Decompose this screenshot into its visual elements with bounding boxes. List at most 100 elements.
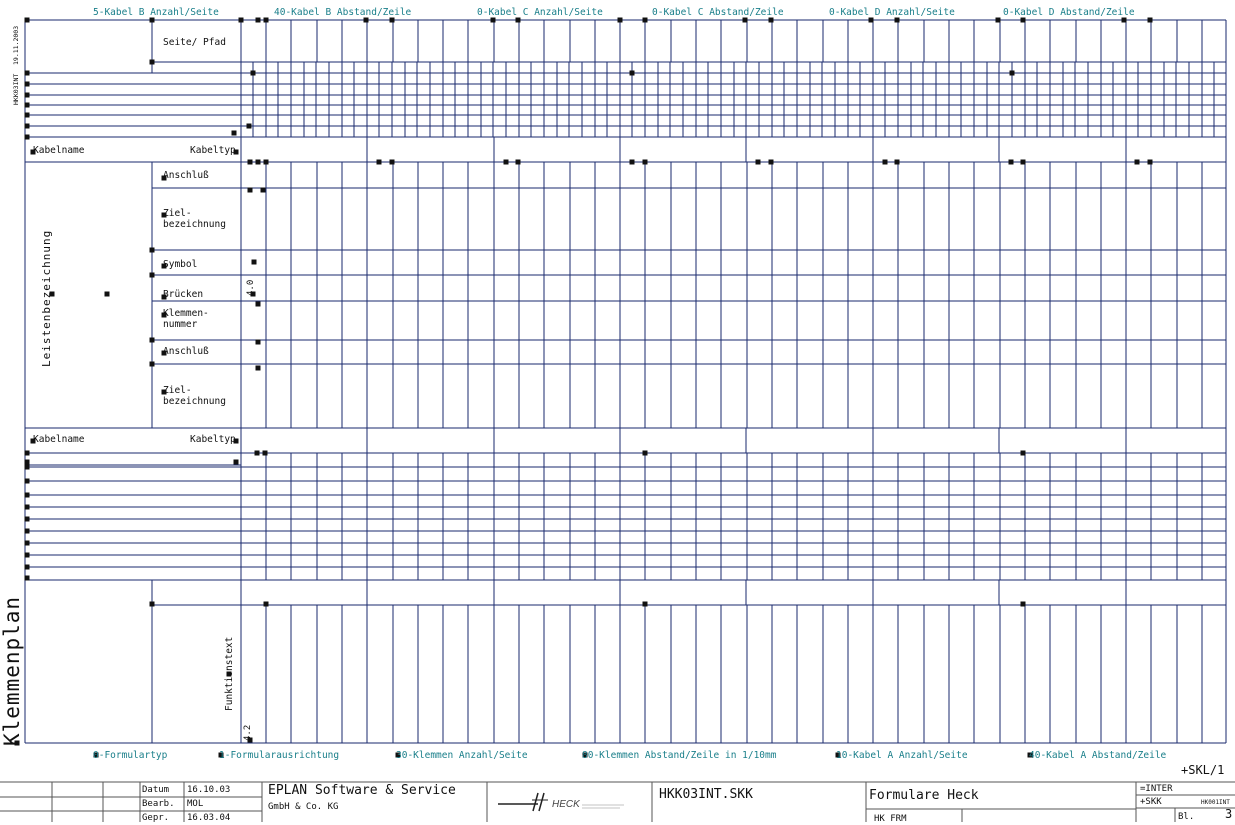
anchor-marker bbox=[642, 159, 648, 165]
anchor-marker bbox=[255, 339, 261, 345]
anchor-marker bbox=[24, 17, 30, 23]
tb-inter: =INTER bbox=[1140, 784, 1173, 794]
tb-form-sub: HK FRM bbox=[874, 814, 907, 824]
label-kabelname-bottom: Kabelname bbox=[33, 434, 85, 445]
footer-param-formulartyp: 0-Formulartyp bbox=[93, 750, 168, 761]
anchor-marker bbox=[882, 159, 888, 165]
anchor-marker bbox=[251, 259, 257, 265]
header-param-kabel-c-abstand: 0-Kabel C Abstand/Zeile bbox=[652, 7, 784, 18]
header-param-kabel-b-abstand: 40-Kabel B Abstand/Zeile bbox=[274, 7, 412, 18]
anchor-marker bbox=[376, 159, 382, 165]
anchor-marker bbox=[24, 492, 30, 498]
anchor-marker bbox=[503, 159, 509, 165]
anchor-marker bbox=[254, 450, 260, 456]
tb-bearb-label: Bearb. bbox=[142, 799, 175, 809]
anchor-marker bbox=[233, 459, 239, 465]
anchor-marker bbox=[24, 575, 30, 581]
header-param-kabel-d-abstand: 0-Kabel D Abstand/Zeile bbox=[1003, 7, 1135, 18]
label-kabeltyp-top: Kabeltyp bbox=[190, 145, 236, 156]
tb-gepr-label: Gepr. bbox=[142, 813, 170, 823]
anchor-marker bbox=[255, 159, 261, 165]
label-funktionstext: Funktionstext bbox=[224, 636, 235, 711]
label-ziel-top-2: bezeichnung bbox=[163, 219, 226, 230]
anchor-marker bbox=[255, 301, 261, 307]
anchor-marker bbox=[768, 159, 774, 165]
anchor-marker bbox=[149, 59, 155, 65]
label-klemmenplan: Klemmenplan bbox=[0, 595, 24, 746]
anchor-marker bbox=[1020, 601, 1026, 607]
tb-company-line2: GmbH & Co. KG bbox=[268, 802, 339, 812]
tb-company-line1: EPLAN Software & Service bbox=[268, 783, 456, 798]
footer-param-formularausrichtung: 1-Formularausrichtung bbox=[219, 750, 340, 761]
anchor-marker bbox=[1020, 17, 1026, 23]
tb-bl-value: 3 bbox=[1225, 807, 1233, 821]
label-bruecken: Brücken bbox=[163, 289, 204, 300]
anchor-marker bbox=[247, 159, 253, 165]
label-klemmen-2: nummer bbox=[163, 319, 198, 330]
anchor-marker bbox=[515, 159, 521, 165]
anchor-marker bbox=[149, 247, 155, 253]
terminal-plan-form bbox=[0, 17, 1235, 822]
anchor-marker bbox=[263, 601, 269, 607]
label-anschluss-bottom: Anschluß bbox=[163, 346, 209, 357]
anchor-marker bbox=[1020, 450, 1026, 456]
anchor-marker bbox=[149, 337, 155, 343]
anchor-marker bbox=[363, 17, 369, 23]
anchor-marker bbox=[894, 17, 900, 23]
heck-logo: HECK bbox=[498, 790, 628, 818]
label-ziel-bottom-1: Ziel- bbox=[163, 385, 192, 396]
anchor-marker bbox=[642, 17, 648, 23]
anchor-marker bbox=[755, 159, 761, 165]
anchor-marker bbox=[629, 70, 635, 76]
label-ziel-bottom-2: bezeichnung bbox=[163, 396, 226, 407]
form-grid bbox=[24, 19, 1227, 744]
footer-param-kabel-a-anzahl: 10-Kabel A Anzahl/Seite bbox=[836, 750, 968, 761]
anchor-marker bbox=[24, 504, 30, 510]
tb-datum-label: Datum bbox=[142, 785, 170, 795]
anchor-marker bbox=[617, 17, 623, 23]
label-seite-pfad: Seite/ Pfad bbox=[163, 37, 226, 48]
value-4-2: 4.2 bbox=[243, 724, 253, 741]
anchor-marker bbox=[1147, 17, 1153, 23]
tb-bl-label: Bl. bbox=[1178, 812, 1195, 822]
anchor-marker bbox=[642, 601, 648, 607]
footer-param-kabel-a-abstand: 40-Kabel A Abstand/Zeile bbox=[1029, 750, 1167, 761]
anchor-marker bbox=[149, 361, 155, 367]
anchor-marker bbox=[24, 552, 30, 558]
anchor-marker bbox=[238, 17, 244, 23]
header-param-kabel-d-anzahl: 0-Kabel D Anzahl/Seite bbox=[829, 7, 955, 18]
anchor-marker bbox=[255, 365, 261, 371]
anchor-marker bbox=[24, 123, 30, 129]
label-leistenbezeichnung: Leistenbezeichnung bbox=[40, 229, 53, 367]
anchor-marker bbox=[24, 528, 30, 534]
value-4-0: 4.0 bbox=[246, 279, 256, 296]
anchor-marker bbox=[24, 70, 30, 76]
anchor-marker bbox=[255, 17, 261, 23]
anchor-marker bbox=[24, 564, 30, 570]
tb-bearb-value: MOL bbox=[187, 799, 204, 809]
location-skl: +SKL/1 bbox=[1181, 763, 1225, 777]
anchor-marker bbox=[149, 601, 155, 607]
footer-param-klemmen-abstand: 80-Klemmen Abstand/Zeile in 1/10mm bbox=[582, 750, 777, 761]
anchor-marker bbox=[389, 159, 395, 165]
logo-text: HECK bbox=[552, 799, 581, 810]
anchor-marker bbox=[149, 272, 155, 278]
side-date: 19.11.2003 bbox=[12, 25, 20, 65]
anchor-marker bbox=[24, 459, 30, 465]
anchor-marker bbox=[894, 159, 900, 165]
side-code: HKK03INT bbox=[12, 73, 20, 105]
anchor-marker bbox=[149, 17, 155, 23]
anchor-marker bbox=[1009, 70, 1015, 76]
anchor-marker bbox=[642, 450, 648, 456]
anchor-marker bbox=[24, 478, 30, 484]
label-anschluss-top: Anschluß bbox=[163, 170, 209, 181]
tb-datum-value: 16.10.03 bbox=[187, 785, 231, 795]
anchor-marker bbox=[995, 17, 1001, 23]
anchor-marker bbox=[1008, 159, 1014, 165]
anchor-marker bbox=[24, 112, 30, 118]
anchor-marker bbox=[24, 464, 30, 470]
label-klemmen-1: Klemmen- bbox=[163, 308, 209, 319]
anchor-marker bbox=[24, 81, 30, 87]
anchor-marker bbox=[24, 102, 30, 108]
anchor-marker bbox=[868, 17, 874, 23]
